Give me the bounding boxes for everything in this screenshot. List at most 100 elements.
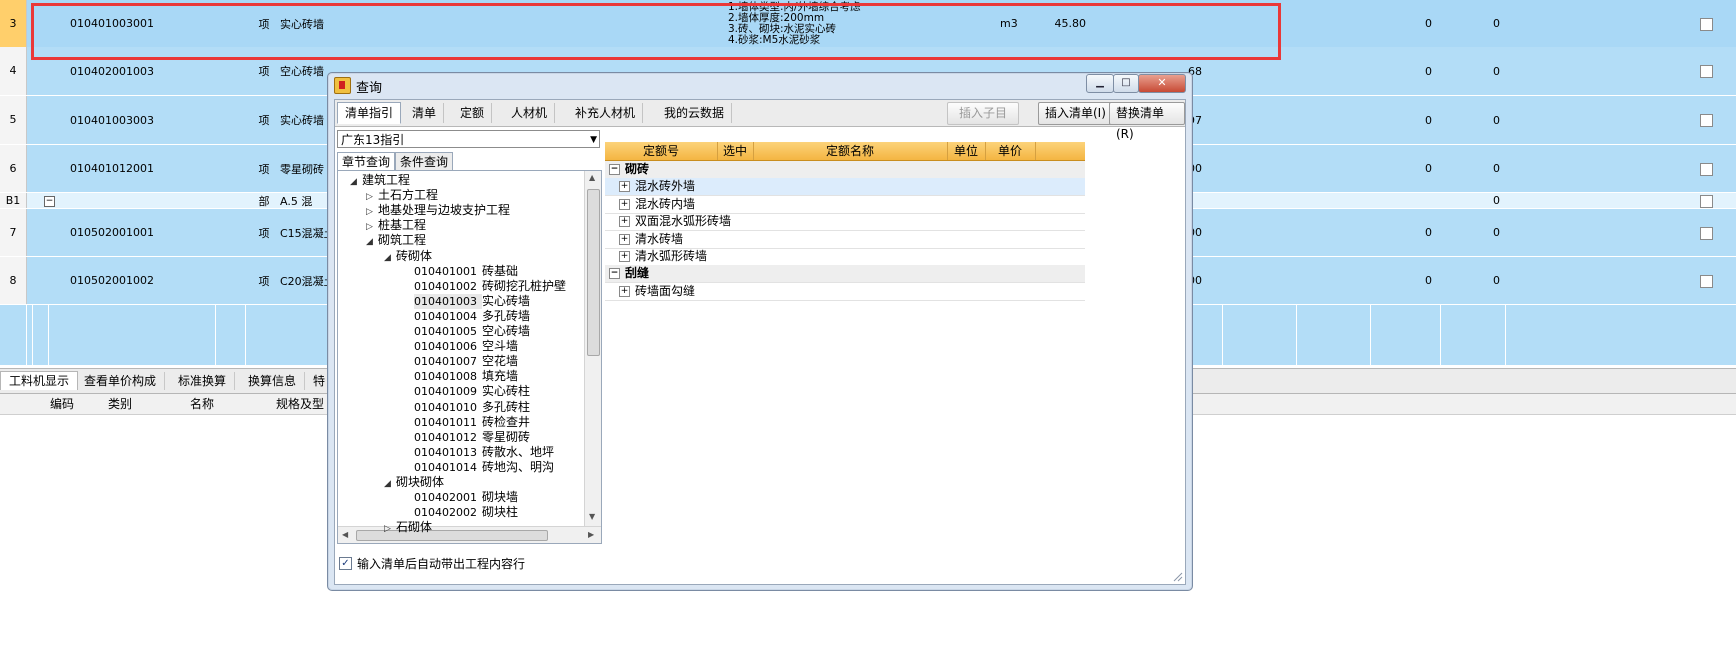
tree-vertical-scrollbar[interactable]: ▲ ▼ (584, 171, 601, 527)
row-checkbox[interactable] (1700, 195, 1713, 208)
bottom-tab[interactable]: 查看单价构成 (76, 372, 166, 390)
row-checkbox[interactable] (1700, 114, 1713, 127)
row-number[interactable]: 3 (0, 0, 27, 47)
app-icon (334, 77, 351, 94)
tab-list[interactable]: 清单 (405, 103, 445, 123)
subtab-condition-query[interactable]: 条件查询 (395, 152, 454, 172)
tab-supplement-material[interactable]: 补充人材机 (568, 103, 644, 123)
tree-node-label: 砖地沟、明沟 (482, 459, 555, 474)
maximize-icon[interactable]: □ (1113, 74, 1139, 93)
close-icon[interactable]: ✕ (1138, 74, 1186, 93)
expand-icon[interactable]: ▷ (384, 522, 396, 537)
tree-node[interactable]: 010401002 砖砌挖孔桩护壁 (402, 279, 566, 294)
subtab-chapter-query[interactable]: 章节查询 (337, 152, 396, 172)
tab-labor-material[interactable]: 人材机 (504, 103, 556, 123)
bottom-tab[interactable]: 工料机显示 (0, 371, 79, 390)
tree-node[interactable]: ◢ 建筑工程 (350, 173, 410, 188)
collapse-icon[interactable]: ◢ (384, 251, 396, 266)
dialog-tabs: 清单指引 清单 定额 人材机 补充人材机 我的云数据 插入子目 插入清单(I) … (335, 100, 1185, 141)
bottom-tab[interactable]: 换算信息 (240, 372, 306, 390)
tree-node-label: 石砌体 (396, 520, 433, 535)
collapse-icon[interactable]: − (609, 268, 620, 280)
auto-content-checkbox-row[interactable]: ✓ 输入清单后自动带出工程内容行 (339, 555, 525, 572)
quota-item-row[interactable]: + 砖墙面勾缝 (605, 283, 1085, 301)
scroll-down-icon[interactable]: ▼ (589, 512, 595, 521)
insert-list-button[interactable]: 插入清单(I) (1038, 102, 1113, 125)
expand-icon[interactable]: + (619, 233, 630, 245)
tree-node[interactable]: 010401012 零星砌砖 (402, 430, 530, 445)
tree-horizontal-scrollbar[interactable]: ◀ ▶ (338, 526, 601, 543)
scroll-left-icon[interactable]: ◀ (342, 530, 348, 539)
expand-icon[interactable]: + (619, 198, 630, 210)
tree-node[interactable]: 010401005 空心砖墙 (402, 324, 530, 339)
tab-quota[interactable]: 定额 (453, 103, 493, 123)
tree-node[interactable]: 010402002 砌块柱 (402, 505, 518, 520)
tree-node[interactable]: ▷ 土石方工程 (366, 188, 438, 203)
dialog-titlebar[interactable]: 查询 ▁ □ ✕ (328, 73, 1192, 97)
row-number[interactable]: 6 (0, 145, 27, 192)
collapse-icon[interactable]: − (44, 196, 55, 207)
quota-item-row[interactable]: + 混水砖内墙 (605, 196, 1085, 214)
row-number[interactable]: 4 (0, 47, 27, 95)
tree-node[interactable]: 010401014 砖地沟、明沟 (402, 460, 554, 475)
tree-node[interactable]: 010401013 砖散水、地坪 (402, 445, 554, 460)
guide-select[interactable]: 广东13指引 ▼ (337, 130, 600, 148)
query-dialog: 查询 ▁ □ ✕ 清单指引 清单 定额 人材机 补充人材机 我的云数据 插入子目… (327, 72, 1193, 591)
row-checkbox[interactable] (1700, 227, 1713, 240)
tree-node[interactable]: ◢ 砌筑工程 (366, 233, 426, 248)
collapse-icon[interactable]: ◢ (384, 477, 396, 492)
collapse-icon[interactable]: − (609, 164, 620, 175)
quota-item-row[interactable]: + 清水弧形砖墙 (605, 248, 1085, 266)
tab-cloud-data[interactable]: 我的云数据 (657, 103, 733, 123)
tree-node[interactable]: ▷ 地基处理与边坡支护工程 (366, 203, 510, 218)
scroll-thumb[interactable] (587, 189, 600, 356)
quota-item-row[interactable]: + 混水砖外墙 (605, 178, 1085, 197)
collapse-icon[interactable]: ◢ (366, 235, 378, 250)
tree-node[interactable]: 010401008 填充墙 (402, 369, 518, 384)
chevron-down-icon[interactable]: ▼ (590, 131, 597, 149)
bottom-tab[interactable]: 标准换算 (170, 372, 236, 390)
scroll-up-icon[interactable]: ▲ (589, 173, 595, 182)
tree-node[interactable]: 010401004 多孔砖墙 (402, 309, 530, 324)
row-number[interactable]: 7 (0, 209, 27, 256)
tree-node[interactable]: ▷ 桩基工程 (366, 218, 426, 233)
expand-icon[interactable]: + (619, 251, 630, 262)
scroll-right-icon[interactable]: ▶ (588, 530, 594, 539)
tree-node[interactable]: 010401011 砖检查井 (402, 415, 530, 430)
replace-list-button[interactable]: 替换清单(R) (1109, 102, 1185, 141)
tree-node-label: 砖基础 (482, 263, 519, 278)
tree-node[interactable]: ◢ 砌块砌体 (384, 475, 444, 490)
tree-node[interactable]: ▷ 石砌体 (384, 520, 432, 535)
tree-node[interactable]: 010401003 实心砖墙 (402, 293, 530, 309)
row-checkbox[interactable] (1700, 18, 1713, 31)
quota-item-row[interactable]: + 双面混水弧形砖墙 (605, 213, 1085, 232)
expand-icon[interactable]: + (619, 216, 630, 228)
row-checkbox[interactable] (1700, 275, 1713, 288)
expand-icon[interactable]: + (619, 181, 630, 193)
minimize-icon[interactable]: ▁ (1086, 74, 1114, 93)
expand-icon[interactable]: + (619, 285, 630, 297)
row-number[interactable]: 5 (0, 96, 27, 144)
row-number[interactable]: 8 (0, 257, 27, 304)
quota-item-row[interactable]: + 清水砖墙 (605, 231, 1085, 249)
tree-node-code: 010401001 (414, 264, 477, 278)
resize-grip-icon[interactable] (1173, 572, 1183, 582)
quota-group-row[interactable]: − 砌砖 (605, 161, 1085, 179)
row-number[interactable]: B1 (0, 193, 27, 208)
insert-child-button[interactable]: 插入子目 (947, 102, 1019, 125)
collapse-icon[interactable]: ◢ (350, 175, 362, 190)
tree-node[interactable]: 010401001 砖基础 (402, 264, 518, 279)
tab-list-guide[interactable]: 清单指引 (337, 102, 402, 124)
checkmark-icon[interactable]: ✓ (339, 557, 352, 570)
tree-node[interactable]: ◢ 砖砌体 (384, 249, 432, 264)
row-checkbox[interactable] (1700, 65, 1713, 78)
tree-node[interactable]: 010401010 多孔砖柱 (402, 400, 530, 415)
tree-node[interactable]: 010401007 空花墙 (402, 354, 518, 369)
col-price: 单价 (985, 142, 1036, 160)
row-checkbox[interactable] (1700, 163, 1713, 176)
tree-node[interactable]: 010401006 空斗墙 (402, 339, 518, 354)
row-code: 010401012001 (70, 162, 154, 175)
quota-group-row[interactable]: − 刮缝 (605, 265, 1085, 284)
tree-node[interactable]: 010402001 砌块墙 (402, 490, 518, 505)
tree-node[interactable]: 010401009 实心砖柱 (402, 384, 530, 399)
